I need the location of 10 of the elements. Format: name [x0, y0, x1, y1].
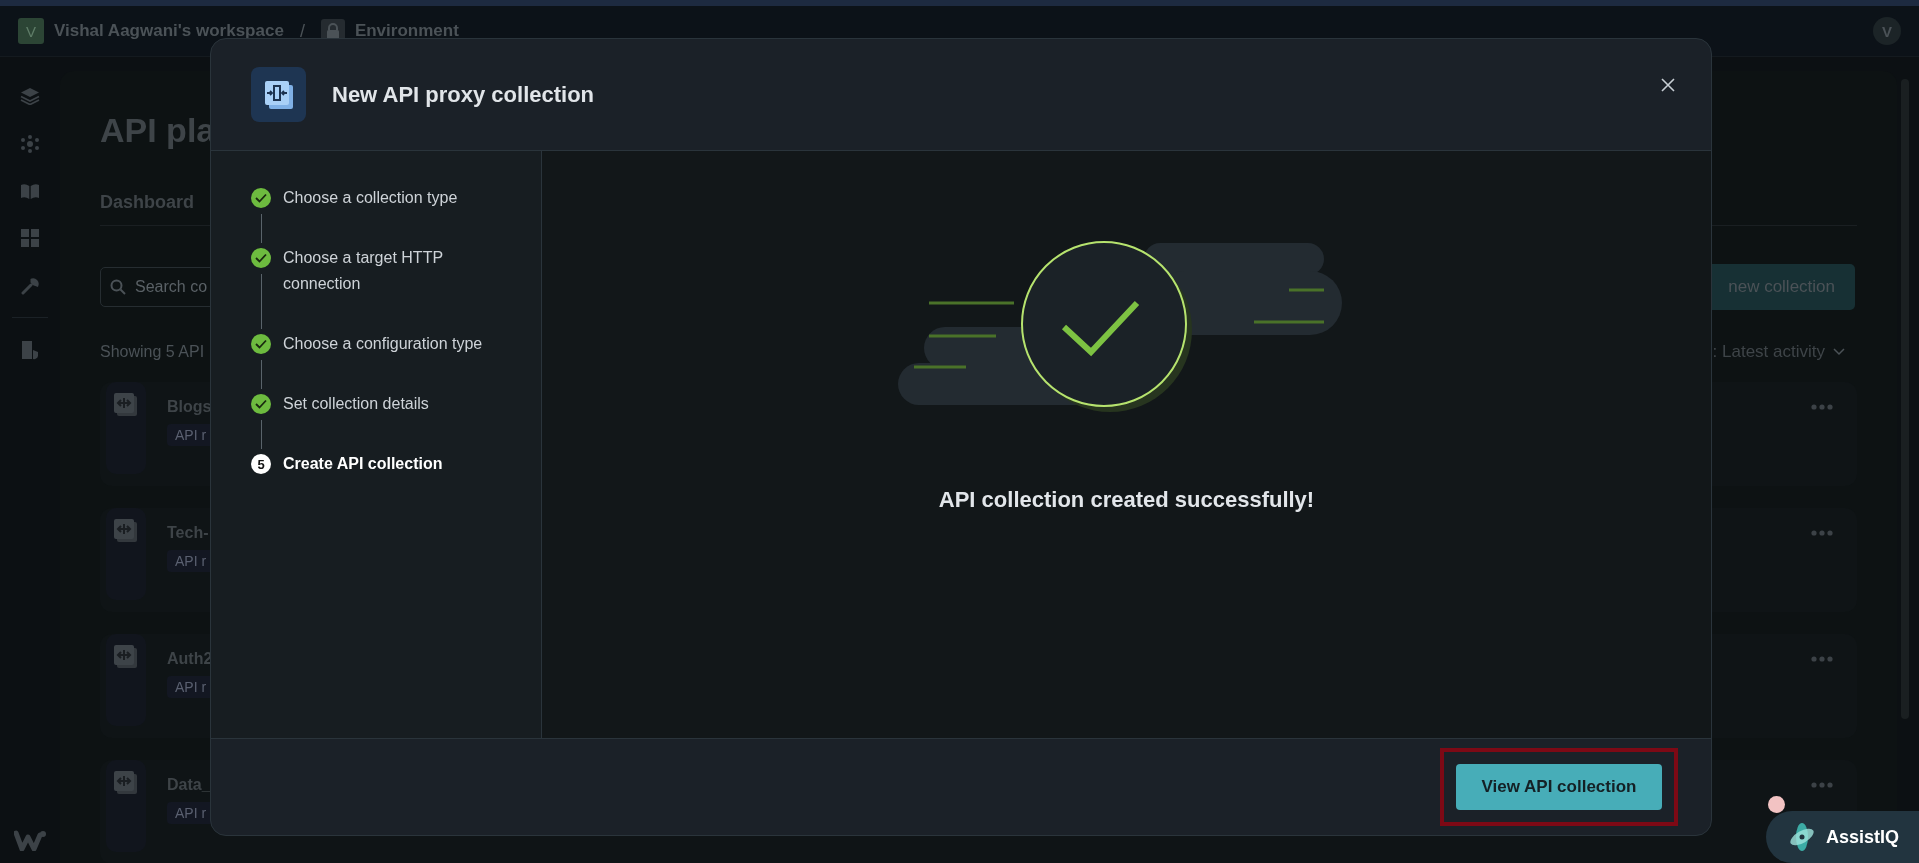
step-label: Set collection details [283, 394, 430, 414]
step-number: 5 [251, 454, 271, 474]
step-label: Choose a collection type [283, 188, 459, 208]
dialog-title: New API proxy collection [332, 81, 595, 108]
collection-count: Showing 5 API [100, 343, 205, 361]
success-message: API collection created successfully! [938, 487, 1315, 513]
step-label: Choose a configuration type [283, 334, 484, 354]
step-label: Choose a target HTTP connection [283, 248, 444, 294]
step-label: Create API collection [283, 454, 444, 474]
breadcrumb-separator: / [299, 20, 305, 42]
